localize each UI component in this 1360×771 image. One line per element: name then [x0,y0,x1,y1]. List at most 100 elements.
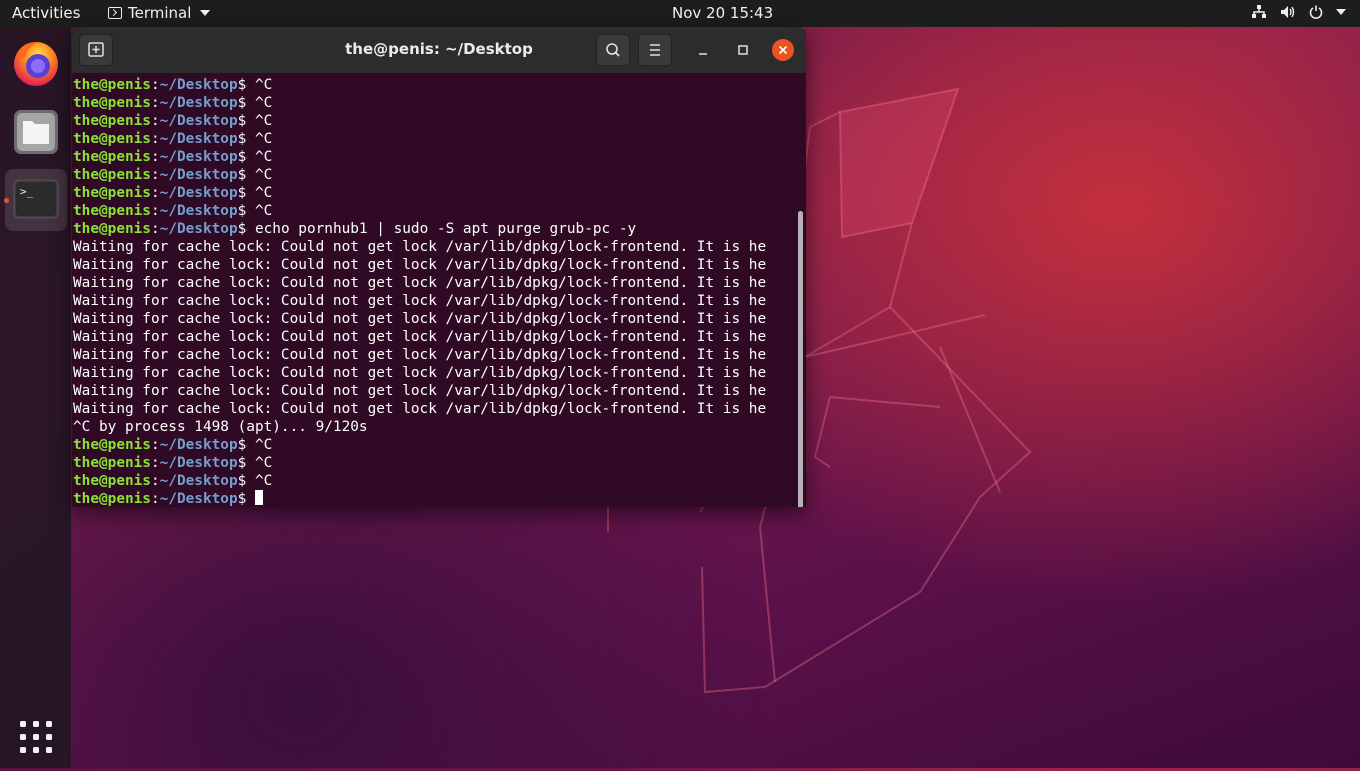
prompt-user-host: the@penis [73,77,151,93]
terminal-icon: >_ [13,179,59,219]
minimize-button[interactable] [692,39,714,61]
search-icon [606,43,620,57]
command-text: echo pornhub1 | sudo -S apt purge grub-p… [254,221,637,237]
prompt-line: the@penis:~/Desktop$ ^C [73,148,796,166]
maximize-button[interactable] [732,39,754,61]
prompt-symbol: $ [237,221,255,237]
prompt-line: the@penis:~/Desktop$ ^C [73,184,796,202]
app-menu-label: Terminal [128,4,192,22]
prompt-separator: : [150,149,160,165]
clock[interactable]: Nov 20 15:43 [672,4,773,22]
prompt-path: ~/Desktop [159,491,238,507]
terminal-output[interactable]: the@penis:~/Desktop$ ^C the@penis:~/Deskt… [73,76,796,507]
prompt-user-host: the@penis [73,167,151,183]
prompt-path: ~/Desktop [159,185,238,201]
prompt-separator: : [150,113,160,129]
close-icon [778,45,788,55]
prompt-path: ~/Desktop [159,113,238,129]
command-text: ^C [254,149,273,165]
prompt-separator: : [150,203,160,219]
prompt-separator: : [150,437,160,453]
prompt-path: ~/Desktop [159,77,238,93]
scrollbar[interactable] [798,211,803,507]
prompt-user-host: the@penis [73,221,151,237]
prompt-path: ~/Desktop [159,149,238,165]
show-applications-button[interactable] [5,705,67,767]
prompt-path: ~/Desktop [159,455,238,471]
prompt-symbol: $ [237,131,255,147]
prompt-separator: : [150,131,160,147]
prompt-symbol: $ [237,185,255,201]
dock: >_ [0,27,71,768]
prompt-separator: : [150,77,160,93]
prompt-line: the@penis:~/Desktop$ ^C [73,76,796,94]
command-text: ^C [254,77,273,93]
prompt-separator: : [150,221,160,237]
output-line: Waiting for cache lock: Could not get lo… [73,347,767,363]
output-line: Waiting for cache lock: Could not get lo… [73,257,767,273]
app-menu[interactable]: Terminal [108,4,211,22]
prompt-user-host: the@penis [73,437,151,453]
prompt-user-host: the@penis [73,473,151,489]
maximize-icon [738,45,748,55]
dock-item-terminal[interactable]: >_ [4,169,67,231]
dock-item-files[interactable] [5,101,67,163]
prompt-user-host: the@penis [73,185,151,201]
prompt-separator: : [150,473,160,489]
running-indicator [4,198,9,203]
prompt-symbol: $ [237,491,255,507]
volume-icon[interactable] [1280,5,1296,19]
caret-down-icon [200,10,211,16]
search-button[interactable] [596,34,630,66]
prompt-separator: : [150,167,160,183]
text-cursor[interactable] [254,490,263,505]
prompt-path: ~/Desktop [159,95,238,111]
menu-button[interactable] [638,34,672,66]
window-header[interactable]: the@penis: ~/Desktop [72,27,806,73]
prompt-user-host: the@penis [73,149,151,165]
prompt-line: the@penis:~/Desktop$ ^C [73,94,796,112]
prompt-symbol: $ [237,149,255,165]
prompt-user-host: the@penis [73,455,151,471]
firefox-icon [14,41,58,86]
prompt-symbol: $ [237,95,255,111]
command-text: ^C [254,437,273,453]
top-bar: Activities Terminal Nov 20 15:43 [0,0,1360,27]
prompt-line: the@penis:~/Desktop$ ^C [73,436,796,454]
dock-item-firefox[interactable] [5,33,67,95]
output-line: Waiting for cache lock: Could not get lo… [73,329,767,345]
prompt-separator: : [150,185,160,201]
output-line: ^C by process 1498 (apt)... 9/120s [73,419,368,435]
prompt-line: the@penis:~/Desktop$ ^C [73,130,796,148]
output-line: Waiting for cache lock: Could not get lo… [73,239,767,255]
files-icon [14,110,58,154]
prompt-path: ~/Desktop [159,167,238,183]
chevron-down-icon[interactable] [1336,9,1346,15]
command-text: ^C [254,203,273,219]
prompt-symbol: $ [237,437,255,453]
network-icon[interactable] [1251,5,1267,19]
output-line: Waiting for cache lock: Could not get lo… [73,275,767,291]
output-line: Waiting for cache lock: Could not get lo… [73,383,767,399]
prompt-line: the@penis:~/Desktop$ [73,490,796,507]
prompt-symbol: $ [237,473,255,489]
prompt-line: the@penis:~/Desktop$ ^C [73,166,796,184]
command-text: ^C [254,167,273,183]
prompt-path: ~/Desktop [159,203,238,219]
prompt-user-host: the@penis [73,131,151,147]
system-tray[interactable] [1251,5,1346,19]
svg-text:>_: >_ [20,185,34,198]
grid-icon [20,721,52,753]
prompt-path: ~/Desktop [159,437,238,453]
prompt-line: the@penis:~/Desktop$ ^C [73,454,796,472]
prompt-separator: : [150,95,160,111]
prompt-separator: : [150,455,160,471]
terminal-body[interactable]: the@penis:~/Desktop$ ^C the@penis:~/Deskt… [72,73,806,507]
power-icon[interactable] [1309,5,1323,19]
prompt-path: ~/Desktop [159,131,238,147]
prompt-user-host: the@penis [73,491,151,507]
close-button[interactable] [772,39,794,61]
prompt-line: the@penis:~/Desktop$ ^C [73,202,796,220]
prompt-path: ~/Desktop [159,473,238,489]
activities-button[interactable]: Activities [12,4,80,22]
